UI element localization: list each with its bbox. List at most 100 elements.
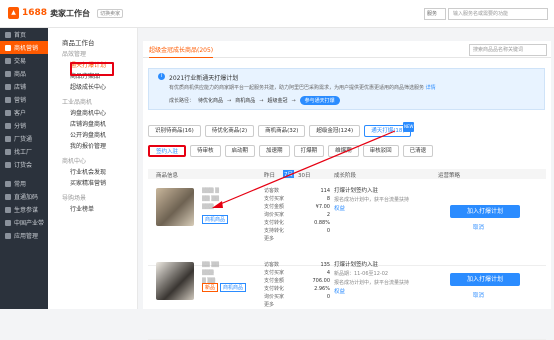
nav-item[interactable]: 生意参谋 [0,203,48,216]
filter-label: 商机商品(32) [265,128,299,134]
row-plan: 打爆计划签约入驻 报名成功计划中，获平台流量扶持 权益 [334,187,409,214]
nav-icon [5,135,11,142]
logo-number: 1688 [22,8,48,18]
filter-label: 识别待商品(16) [155,128,194,134]
top-search-input[interactable]: 输入服务名或需要的功能 [448,8,548,20]
stage-filter-button[interactable]: 商机商品(32) [258,125,306,137]
nav-item[interactable]: 客户 [0,106,48,119]
sub-nav-heading[interactable]: 品效管理 [48,49,137,60]
product-thumbnail[interactable] [156,188,194,226]
product-thumbnail[interactable] [156,262,194,300]
main-panel: 超级金冠成长商品(205) 搜索商品品名称关键词 i 2021行业新通天打爆计划… [143,41,551,340]
table-row: ▒▒▒ ▒ ▒▒ ▒▒ ▒▒▒ 商机商品 访客数 支付买家 支付金额 询价买家 支付… [148,181,546,266]
nav-icon [5,109,11,116]
col-7day[interactable]: 7日 [283,170,294,178]
sub-nav-item[interactable]: 店铺询盘商机 [48,119,137,130]
cancel-link[interactable]: 取消 [473,291,484,299]
sub-nav-item[interactable]: 行业机会发现 [48,167,137,178]
nav-label: 交易 [14,58,27,65]
row-stat-labels: 访客数 支付买家 支付金额 询价买家 支付转化 支持转化 更多 [264,188,285,242]
sub-nav-item[interactable]: 公开询盘商机 [48,130,137,141]
col-yesterday[interactable]: 昨日 [264,171,275,179]
nav-item[interactable]: 找工厂 [0,145,48,158]
sub-nav-heading[interactable]: 商机中心 [48,156,137,167]
status-filter-button[interactable]: 启动期 [224,145,256,157]
table-header: 商品信息 昨日 7日 30日 成长阶段 运营策略 [148,169,546,179]
sub-nav-heading[interactable]: 工业品商机 [48,97,137,108]
new-badge: NEW [403,122,415,132]
plan-title: 打爆计划签约入驻 [334,262,379,268]
growth-path: 成长路径： 待优化商品 → 商机商品 → 超级金冠 → 参与通天打爆 [169,96,340,105]
logo[interactable]: ▲ 1688 卖家工作台 切换卖家 [8,7,124,19]
nav-item[interactable]: 应用管理 [0,229,48,242]
cancel-link[interactable]: 取消 [473,223,484,231]
nav-item[interactable]: 交易 [0,54,48,67]
status-filter-button[interactable]: 打爆期 [293,145,325,157]
nav-item[interactable]: 商品 [0,67,48,80]
nav-label: 应用管理 [14,233,39,240]
sub-nav-item[interactable]: 询盘商机中心 [48,108,137,119]
nav-label: 常用 [14,181,27,188]
stage-filter-button[interactable]: 识别待商品(16) [148,125,201,137]
product-name-blurred[interactable]: ▒▒▒ ▒ ▒▒ ▒▒ ▒▒▒ [202,187,222,211]
status-filter-button[interactable]: 待审核 [190,145,221,157]
nav-item[interactable]: 商机营销 [0,41,48,54]
path-step: 超级金冠 [267,98,288,104]
plan-title: 打爆计划签约入驻 [334,188,379,194]
col-product: 商品信息 [156,173,179,179]
sub-nav-item[interactable]: 买家精准营销 [48,178,137,189]
stage-filter-button[interactable]: 通天打爆(18) NEW [364,122,415,137]
nav-item[interactable]: 直通加码 [0,190,48,203]
nav-icon [5,206,11,213]
join-plan-button[interactable]: 加入打爆计划 [450,205,520,218]
nav-icon [5,180,11,187]
switch-seller-tag[interactable]: 切换卖家 [97,8,124,18]
stage-filter-button[interactable]: 待优化商品(2) [204,125,255,137]
status-filter-button[interactable]: 加速期 [259,145,290,157]
product-name-blurred[interactable]: ▒▒ ▒▒ ▒▒▒ ▒ ▒▒ [202,261,222,285]
sub-nav-item[interactable]: 行业榜单 [48,204,137,215]
main-nav: 首页商机营销交易商品店铺 营销 客户 分销 厂货通 找工厂订货会常用直通加码生意参谋 中国产… [0,28,48,309]
product-search-input[interactable]: 搜索商品品名称关键词 [469,44,547,56]
service-select[interactable]: 服务 [424,8,446,20]
nav-item[interactable]: 首页 [0,28,48,41]
sub-nav-heading[interactable]: 导购场景 [48,193,137,204]
nav-item[interactable]: 中国产业带 [0,216,48,229]
status-filter-button[interactable]: 已清退 [402,145,434,157]
status-filter-button[interactable]: 维爆期 [328,145,359,157]
sub-nav-item[interactable]: 超级成长中心 [48,82,137,93]
nav-icon [5,70,11,77]
tab-super-growth[interactable]: 超级金冠成长商品(205) [149,45,214,58]
row-stat-values: 135 4 706.00 2.96% 0 [312,262,331,300]
nav-item[interactable]: 厂货通 [0,132,48,145]
status-filter-button[interactable]: 签约入驻 [148,145,187,157]
nav-label: 订货会 [14,162,33,169]
path-step: 商机商品 [235,98,256,104]
nav-label: 首页 [14,32,27,39]
nav-label: 直通加码 [14,194,39,201]
nav-item[interactable]: 常用 [0,177,48,190]
notice-link[interactable]: 详情 [426,85,436,91]
nav-icon [5,122,11,129]
plan-rights-link[interactable]: 权益 [334,206,345,212]
notice-banner: i 2021行业新通天打爆计划 有优质商机供应能力的商家期平台一起服务共建，助力… [148,68,545,110]
plan-desc: 报名成功计划中，获平台流量扶持 [334,197,410,203]
plan-rights-link[interactable]: 权益 [334,289,345,295]
nav-icon [5,232,11,239]
nav-item[interactable]: 订货会 [0,158,48,171]
notice-desc: 有优质商机供应能力的商家期平台一起服务共建，助力阿里巴巴采购需求，为用户提供更优… [169,85,436,91]
col-30day[interactable]: 30日 [298,171,311,179]
nav-item[interactable]: 营销 [0,93,48,106]
stage-filter-button[interactable]: 超级金冠(124) [309,125,361,137]
nav-label: 商品 [14,71,27,78]
status-filter-button[interactable]: 审核驳回 [362,145,399,157]
nav-icon [5,44,11,51]
nav-icon [5,96,11,103]
status-filter-row: 签约入驻 待审核 启动期 加速期 打爆期 维爆期 审核驳回 已清退 [148,145,434,157]
sub-nav-item[interactable]: 我的报价管理 [48,141,137,152]
col-strategy: 运营策略 [438,173,461,179]
nav-item[interactable]: 店铺 [0,80,48,93]
join-plan-button[interactable]: 加入打爆计划 [450,273,520,286]
nav-item[interactable]: 分销 [0,119,48,132]
